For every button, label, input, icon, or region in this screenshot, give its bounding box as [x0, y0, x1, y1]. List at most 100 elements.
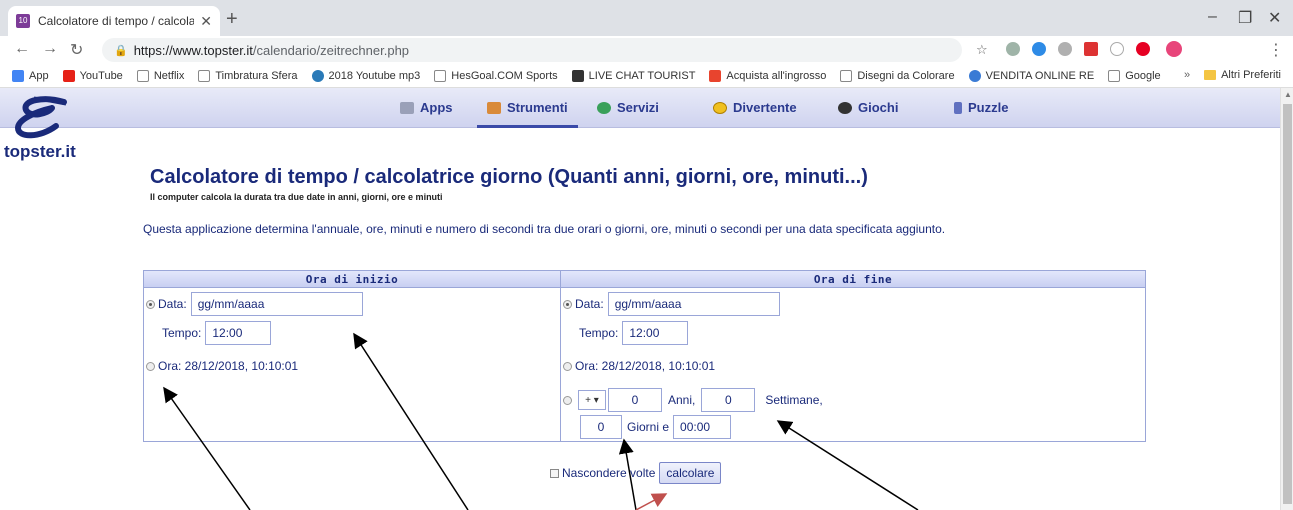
reload-icon[interactable]: ↻ [70, 40, 83, 60]
url-host: https://www.topster.it [133, 42, 253, 58]
bookmark-item[interactable]: Netflix [136, 69, 184, 82]
extension-icon[interactable] [1006, 42, 1020, 56]
chat-icon [571, 69, 584, 82]
bookmark-item[interactable]: VENDITA ONLINE RE [968, 69, 1094, 82]
browser-tabstrip: 10 Calcolatore di tempo / calcolatric ✕ … [0, 0, 1293, 36]
calculator-form: Ora di inizio Ora di fine Data: gg/mm/aa… [143, 270, 1146, 442]
url-path: /calendario/zeitrechner.php [252, 42, 410, 58]
back-icon[interactable]: ← [14, 40, 30, 58]
bookmark-item[interactable]: Timbratura Sfera [198, 69, 298, 82]
hide-times-label: Nascondere volte [562, 466, 656, 480]
page-icon [198, 69, 211, 82]
start-time-row: Tempo: 12:00 [162, 321, 272, 345]
scroll-up-icon[interactable]: ▲ [1284, 90, 1292, 99]
page-icon [434, 69, 447, 82]
minimize-icon[interactable]: – [1208, 8, 1217, 26]
nav-puzzle[interactable]: Puzzle [954, 100, 1008, 115]
end-date-radio[interactable] [563, 299, 572, 309]
start-date-radio[interactable] [146, 299, 155, 309]
pinterest-icon[interactable] [1136, 42, 1150, 56]
drive-icon[interactable] [1058, 42, 1072, 56]
nav-divertente[interactable]: Divertente [713, 100, 797, 115]
end-now-label: Ora: 28/12/2018, 10:10:01 [575, 359, 716, 373]
page-subtitle: Il computer calcola la durata tra due da… [150, 192, 443, 202]
close-window-icon[interactable]: ✕ [1268, 8, 1281, 28]
bookmark-item[interactable]: LIVE CHAT TOURIST [571, 69, 695, 82]
page-icon [136, 69, 149, 82]
page-scrollbar[interactable]: ▲ [1280, 88, 1293, 510]
folder-icon [1204, 70, 1217, 80]
page-title: Calcolatore di tempo / calcolatrice gior… [150, 166, 868, 188]
logo-e-icon [14, 96, 67, 139]
start-date-input[interactable]: gg/mm/aaaa [190, 292, 363, 316]
days-label: Giorni e [627, 420, 670, 434]
end-date-row: Data: gg/mm/aaaa [563, 292, 780, 316]
site-logo[interactable]: topster.it [4, 94, 124, 164]
end-time-input[interactable]: 12:00 [622, 321, 689, 345]
tab-title: Calcolatore di tempo / calcolatric [38, 14, 195, 28]
apps-grid-icon [12, 69, 24, 82]
start-time-label: Tempo: [162, 326, 202, 340]
globe-icon [968, 69, 981, 82]
ball-icon [838, 101, 852, 114]
cloud-icon[interactable] [1032, 42, 1046, 56]
start-time-input[interactable]: 12:00 [205, 321, 272, 345]
nav-apps[interactable]: Apps [400, 100, 453, 115]
browser-tab[interactable]: 10 Calcolatore di tempo / calcolatric ✕ [8, 6, 220, 36]
end-now-radio[interactable] [563, 361, 572, 371]
nav-servizi[interactable]: Servizi [597, 100, 659, 115]
web-page: Apps Strumenti Servizi Divertente Giochi… [0, 88, 1280, 510]
bookmarks-bar: App YouTube Netflix Timbratura Sfera 201… [0, 64, 1293, 88]
cart-icon [709, 69, 722, 82]
nav-strumenti[interactable]: Strumenti [477, 100, 578, 128]
other-bookmarks[interactable]: Altri Preferiti [1221, 69, 1281, 81]
bookmark-item[interactable]: 2018 Youtube mp3 [311, 69, 420, 82]
start-now-row: Ora: 28/12/2018, 10:10:01 [146, 359, 298, 373]
close-tab-icon[interactable]: ✕ [200, 13, 212, 30]
days-input[interactable]: 0 [580, 415, 622, 439]
hours-minutes-input[interactable]: 00:00 [673, 415, 732, 439]
avatar[interactable] [1166, 41, 1182, 57]
start-date-label: Data: [158, 297, 187, 311]
circle-extension-icon[interactable] [1110, 42, 1124, 56]
bookmark-item[interactable]: Disegni da Colorare [840, 69, 955, 82]
bookmark-item[interactable]: App [12, 69, 49, 82]
start-date-row: Data: gg/mm/aaaa [146, 292, 363, 316]
globe-icon [597, 101, 611, 114]
menu-dots-icon[interactable]: ⋮ [1268, 40, 1284, 60]
start-now-label: Ora: 28/12/2018, 10:10:01 [158, 359, 299, 373]
sign-select[interactable]: + ▾ [578, 390, 606, 410]
pdf-icon[interactable] [1084, 42, 1098, 56]
nav-giochi[interactable]: Giochi [838, 100, 898, 115]
bookmark-item[interactable]: YouTube [62, 69, 123, 82]
end-time-label: Tempo: [579, 326, 619, 340]
years-input[interactable]: 0 [608, 388, 662, 412]
hide-times-checkbox[interactable] [550, 468, 559, 478]
bookmark-item[interactable]: HesGoal.COM Sports [434, 69, 558, 82]
calendar-favicon-icon: 10 [16, 14, 30, 28]
tools-icon [487, 101, 501, 114]
bookmark-item[interactable]: Google [1108, 69, 1161, 82]
new-tab-button[interactable]: + [226, 9, 238, 29]
end-days-row: 0 Giorni e 00:00 [580, 415, 732, 439]
footer-row: Nascondere volte calcolare [550, 462, 722, 484]
column-divider [560, 271, 561, 441]
youtube-icon [62, 69, 75, 82]
weeks-label: Settimane, [765, 393, 823, 407]
star-icon[interactable]: ☆ [976, 42, 988, 58]
site-brand: topster.it [4, 142, 76, 161]
years-label: Anni, [668, 393, 696, 407]
weeks-input[interactable]: 0 [701, 388, 756, 412]
page-icon [840, 69, 853, 82]
end-offset-radio[interactable] [563, 395, 572, 405]
more-bookmarks-icon[interactable]: » [1184, 69, 1190, 81]
start-now-radio[interactable] [146, 361, 155, 371]
scrollbar-thumb[interactable] [1283, 104, 1292, 504]
end-date-input[interactable]: gg/mm/aaaa [607, 292, 780, 316]
maximize-icon[interactable]: ❐ [1238, 8, 1252, 28]
end-time-row: Tempo: 12:00 [579, 321, 689, 345]
forward-icon[interactable]: → [42, 40, 58, 58]
bookmark-item[interactable]: Acquista all'ingrosso [709, 69, 826, 82]
address-bar[interactable]: 🔒 https://www.topster.it/calendario/zeit… [102, 38, 962, 62]
calculate-button[interactable]: calcolare [659, 462, 722, 484]
